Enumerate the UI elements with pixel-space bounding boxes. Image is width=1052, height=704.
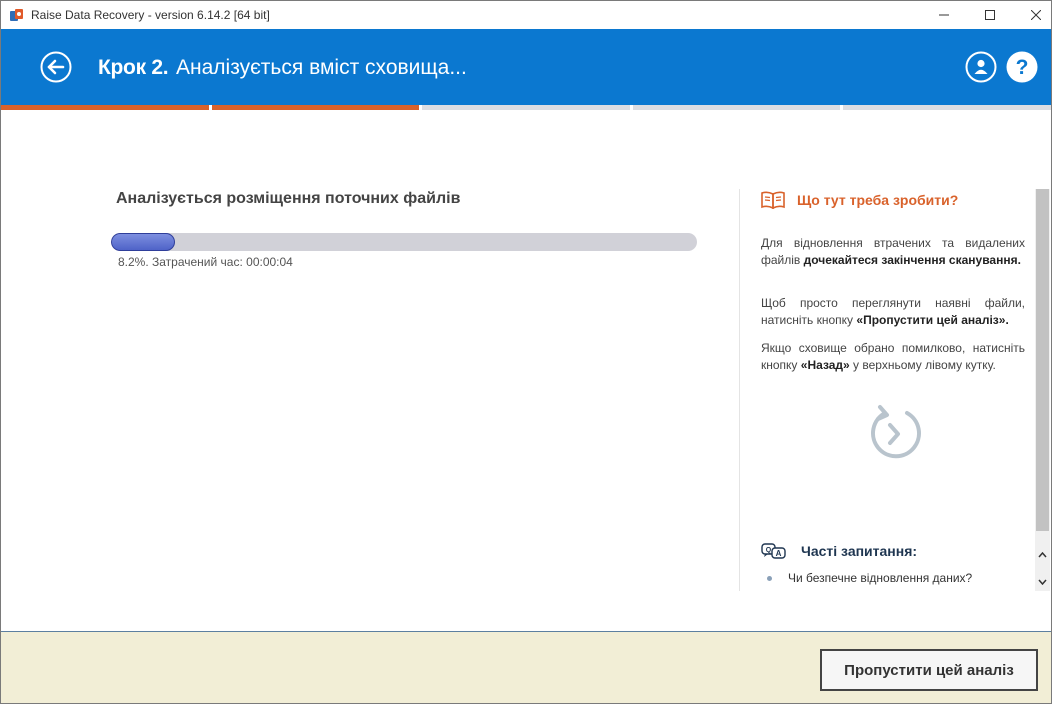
minimize-button[interactable] — [921, 1, 967, 29]
help-text-bold: «Пропустити цей аналіз». — [856, 313, 1009, 327]
help-paragraph-3: Якщо сховище обрано помилково, натисніть… — [761, 340, 1025, 374]
svg-text:?: ? — [1016, 56, 1029, 79]
minimize-icon — [939, 14, 949, 16]
scrollbar-thumb[interactable] — [1036, 189, 1049, 531]
app-logo-icon — [10, 9, 23, 21]
app-window: Raise Data Recovery - version 6.14.2 [64… — [0, 0, 1052, 704]
faq-heading: A Q Часті запитання: — [761, 542, 917, 560]
open-book-icon — [761, 191, 785, 209]
close-button[interactable] — [1013, 1, 1051, 29]
help-text-bold: дочекайтеся закінчення сканування. — [803, 253, 1021, 267]
step-segment — [1, 105, 209, 110]
help-text-bold: «Назад» — [800, 358, 850, 372]
wizard-footer: Пропустити цей аналіз — [1, 631, 1051, 703]
svg-text:A: A — [776, 549, 782, 558]
wizard-header: Крок 2. Аналізується вміст сховища... ? — [1, 29, 1051, 105]
faq-item[interactable]: Чи безпечне відновлення даних? — [767, 571, 972, 585]
skip-analysis-button[interactable]: Пропустити цей аналіз — [820, 649, 1038, 691]
user-account-icon[interactable] — [965, 51, 997, 83]
chevron-up-icon — [1038, 552, 1047, 558]
svg-text:Q: Q — [766, 547, 772, 554]
task-title: Аналізується розміщення поточних файлів — [116, 190, 461, 207]
help-text: у верхньому лівому кутку. — [849, 358, 996, 372]
back-arrow-icon[interactable] — [40, 51, 72, 83]
maximize-icon — [985, 10, 995, 20]
step-title: Аналізується вміст сховища... — [176, 56, 467, 79]
title-bar: Raise Data Recovery - version 6.14.2 [64… — [1, 1, 1051, 29]
step-number: Крок 2. — [98, 56, 169, 79]
refresh-cycle-icon — [871, 405, 921, 459]
help-side-panel: Що тут треба зробити? Для відновлення вт… — [741, 189, 1035, 591]
side-divider — [739, 189, 740, 591]
side-heading-text: Що тут треба зробити? — [797, 192, 959, 208]
step-segment — [843, 105, 1051, 110]
faq-item-label: Чи безпечне відновлення даних? — [788, 571, 973, 585]
faq-chat-icon: A Q — [761, 543, 786, 559]
step-segment — [632, 105, 841, 110]
faq-heading-text: Часті запитання: — [801, 543, 918, 559]
bullet-icon — [767, 575, 772, 581]
step-segment — [422, 105, 630, 110]
help-icon[interactable]: ? — [1006, 51, 1038, 83]
analysis-progress-bar — [111, 233, 697, 251]
scroll-down-button[interactable] — [1035, 574, 1050, 590]
maximize-button[interactable] — [967, 1, 1013, 29]
scroll-up-button[interactable] — [1035, 547, 1050, 563]
side-panel-scrollbar[interactable] — [1035, 189, 1050, 591]
help-paragraph-1: Для відновлення втрачених та видалених ф… — [761, 235, 1025, 269]
window-title: Raise Data Recovery - version 6.14.2 [64… — [31, 8, 270, 22]
chevron-down-icon — [1038, 579, 1047, 585]
wizard-steps-indicator — [1, 105, 1051, 110]
help-paragraph-2: Щоб просто переглянути наявні файли, нат… — [761, 295, 1025, 329]
step-segment — [211, 105, 420, 110]
side-heading: Що тут треба зробити? — [761, 191, 958, 209]
close-icon — [1031, 10, 1041, 20]
progress-fill — [111, 233, 175, 251]
progress-status-text: 8.2%. Затрачений час: 00:00:04 — [118, 255, 293, 269]
